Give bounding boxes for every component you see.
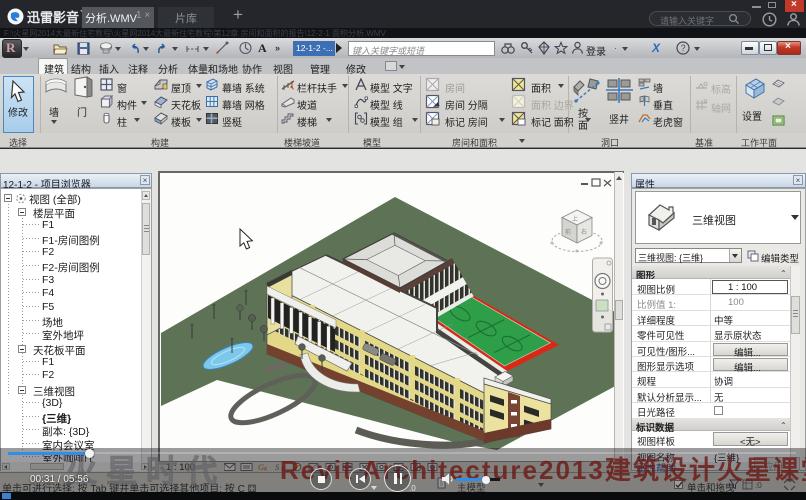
svg-text:右: 右 xyxy=(581,228,587,236)
svg-text:?: ? xyxy=(681,43,686,53)
svg-text:上: 上 xyxy=(572,215,578,223)
svg-text:前: 前 xyxy=(565,228,571,236)
